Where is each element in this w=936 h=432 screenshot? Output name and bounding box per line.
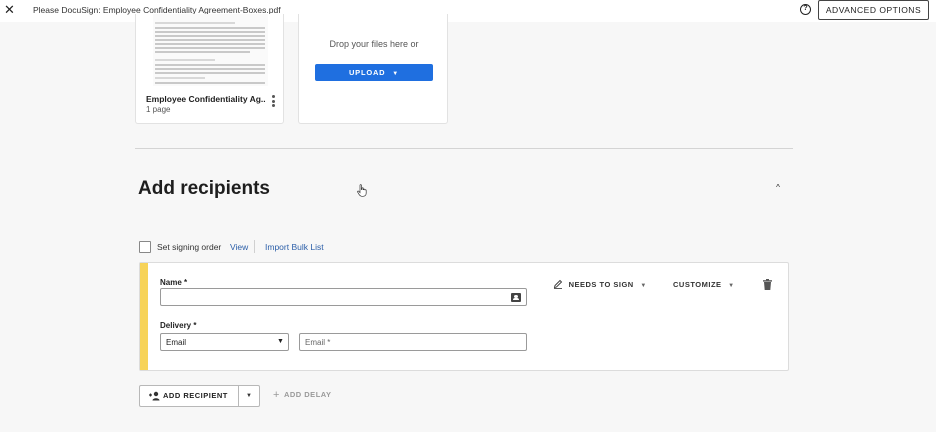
document-page-count: 1 page — [146, 105, 171, 114]
chevron-down-icon: ▼ — [277, 338, 284, 345]
chevron-down-icon: ▼ — [640, 283, 647, 289]
document-thumbnail — [153, 14, 268, 86]
upload-button-label: UPLOAD — [348, 68, 386, 77]
add-recipient-button[interactable]: ADD RECIPIENT — [139, 385, 239, 407]
import-bulk-list-link[interactable]: Import Bulk List — [265, 242, 324, 252]
help-circle-icon[interactable]: ? — [800, 4, 811, 15]
signing-order-checkbox[interactable] — [139, 241, 151, 253]
signing-order-label: Set signing order — [157, 242, 222, 252]
add-delay-label: ADD DELAY — [283, 390, 332, 399]
link-separator — [254, 240, 255, 253]
add-recipient-label: ADD RECIPIENT — [163, 391, 228, 400]
delivery-method-value: Email — [166, 338, 187, 347]
recipient-email-input[interactable] — [299, 333, 527, 351]
name-label: Name * — [160, 278, 188, 287]
section-divider — [135, 148, 793, 149]
advanced-options-button[interactable]: ADVANCED OPTIONS — [818, 0, 929, 20]
kebab-menu-icon[interactable] — [270, 95, 276, 109]
recipient-card: Name * Delivery * Email ▼ NEEDS TO SIGN … — [139, 262, 789, 371]
contacts-icon[interactable] — [511, 293, 521, 302]
pen-icon — [553, 279, 563, 289]
add-person-icon — [149, 391, 160, 401]
recipient-color-stripe — [140, 263, 148, 370]
plus-icon: + — [273, 389, 280, 401]
add-recipient-dropdown[interactable]: ▼ — [238, 385, 260, 407]
trash-icon[interactable] — [763, 279, 772, 290]
view-link[interactable]: View — [230, 242, 248, 252]
section-title: Add recipients — [138, 178, 270, 199]
recipient-role-dropdown[interactable]: NEEDS TO SIGN ▼ — [553, 279, 647, 291]
document-card[interactable]: Employee Confidentiality Ag... 1 page — [135, 14, 284, 124]
document-name: Employee Confidentiality Ag... — [146, 94, 266, 104]
drop-files-text: Drop your files here or — [329, 39, 419, 49]
upload-dropzone[interactable]: Drop your files here or UPLOAD ▼ — [298, 14, 448, 124]
recipient-role-label: NEEDS TO SIGN — [568, 280, 634, 289]
close-icon[interactable]: ✕ — [4, 3, 16, 17]
add-delay-button[interactable]: + ADD DELAY — [273, 389, 332, 401]
recipient-name-input[interactable] — [160, 288, 527, 306]
upload-button[interactable]: UPLOAD ▼ — [315, 64, 433, 81]
hand-cursor-icon — [357, 184, 367, 197]
chevron-down-icon: ▼ — [392, 71, 400, 77]
chevron-up-icon[interactable]: ^ — [772, 182, 784, 194]
customize-label: CUSTOMIZE — [673, 280, 722, 289]
chevron-down-icon: ▼ — [728, 283, 735, 289]
chevron-down-icon: ▼ — [246, 393, 252, 399]
customize-dropdown[interactable]: CUSTOMIZE ▼ — [673, 280, 735, 289]
delivery-label: Delivery * — [160, 321, 197, 330]
delivery-method-select[interactable]: Email ▼ — [160, 333, 289, 351]
